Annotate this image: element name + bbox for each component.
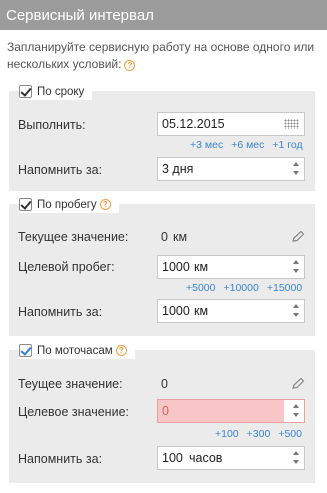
hours-target-field[interactable]: 0: [157, 399, 305, 423]
by-mileage-checkbox[interactable]: [19, 198, 32, 211]
mileage-target-field[interactable]: 1000 км: [157, 255, 305, 279]
hours-help-icon[interactable]: ?: [115, 345, 127, 356]
link-plus-500[interactable]: +500: [278, 428, 302, 440]
hours-target-value: 0: [162, 404, 169, 418]
hours-remind-field[interactable]: 100 часов: [157, 446, 305, 470]
date-remind-spinner[interactable]: [292, 162, 300, 176]
mileage-help-icon[interactable]: ?: [99, 199, 111, 210]
link-plus-100[interactable]: +100: [215, 428, 239, 440]
by-hours-title: По моточасам: [37, 344, 113, 357]
calendar-icon[interactable]: [284, 119, 299, 129]
date-quick-links: +3 мес +6 мес +1 год: [190, 139, 303, 151]
hours-current-label: Теущее значение:: [18, 377, 123, 391]
section-by-date: По сроку Выполнить: 05.12.2015 +3 мес +6…: [9, 82, 315, 191]
date-remind-field[interactable]: 3 дня: [157, 157, 305, 181]
mileage-current-value: 0: [161, 230, 168, 244]
link-plus-3-months[interactable]: +3 мес: [190, 139, 223, 151]
link-plus-300[interactable]: +300: [247, 428, 271, 440]
link-plus-15000[interactable]: +15000: [267, 282, 302, 294]
mileage-target-spinner[interactable]: [292, 260, 300, 274]
section-by-date-header: По сроку: [19, 82, 93, 100]
intro-text: Запланируйте сервисную работу на основе …: [7, 39, 325, 73]
mileage-remind-value: 1000: [162, 304, 190, 318]
by-date-title: По сроку: [37, 85, 85, 98]
hours-remind-spinner[interactable]: [292, 451, 300, 465]
link-plus-10000[interactable]: +10000: [224, 282, 259, 294]
link-plus-5000[interactable]: +5000: [186, 282, 216, 294]
section-by-hours-header: По моточасам ?: [19, 341, 135, 359]
hours-target-spinner[interactable]: [292, 404, 300, 418]
by-mileage-title: По пробегу: [37, 198, 97, 211]
mileage-target-value: 1000: [162, 260, 190, 274]
hours-target-label: Целевое значение:: [18, 405, 129, 419]
hours-remind-unit: часов: [189, 451, 223, 465]
execute-date-field[interactable]: 05.12.2015: [157, 112, 305, 136]
hours-remind-label: Напомнить за:: [18, 452, 103, 466]
mileage-current-unit: км: [173, 230, 188, 244]
hours-remind-value: 100: [162, 451, 183, 465]
by-hours-checkbox[interactable]: [19, 344, 32, 357]
hours-quick-links: +100 +300 +500: [215, 428, 302, 440]
help-icon[interactable]: ?: [124, 60, 136, 71]
mileage-remind-label: Напомнить за:: [18, 305, 103, 319]
link-plus-6-months[interactable]: +6 мес: [231, 139, 264, 151]
hours-edit-pencil-icon[interactable]: [291, 377, 305, 389]
mileage-quick-links: +5000 +10000 +15000: [186, 282, 302, 294]
mileage-remind-field[interactable]: 1000 км: [157, 299, 305, 323]
mileage-remind-unit: км: [194, 304, 209, 318]
by-date-checkbox[interactable]: [19, 85, 32, 98]
section-by-mileage: По пробегу ? Текущее значение: 0 км Целе…: [9, 195, 315, 336]
date-remind-value: 3 дня: [162, 162, 194, 176]
section-by-mileage-header: По пробегу ?: [19, 195, 119, 213]
mileage-remind-spinner[interactable]: [292, 304, 300, 318]
link-plus-1-year[interactable]: +1 год: [272, 139, 302, 151]
section-by-hours: По моточасам ? Теущее значение: 0 Целево…: [9, 341, 315, 483]
execute-date-value: 05.12.2015: [162, 117, 225, 131]
panel-header: Сервисный интервал: [0, 0, 327, 30]
date-remind-label: Напомнить за:: [18, 163, 103, 177]
mileage-target-unit: км: [194, 260, 209, 274]
execute-label: Выполнить:: [18, 118, 86, 132]
mileage-current-label: Текущее значение:: [18, 230, 129, 244]
mileage-target-label: Целевой пробег:: [18, 260, 115, 274]
panel-title: Сервисный интервал: [6, 7, 154, 24]
mileage-edit-pencil-icon[interactable]: [291, 230, 305, 242]
intro-label: Запланируйте сервисную работу на основе …: [7, 40, 315, 71]
hours-current-value: 0: [161, 377, 168, 391]
